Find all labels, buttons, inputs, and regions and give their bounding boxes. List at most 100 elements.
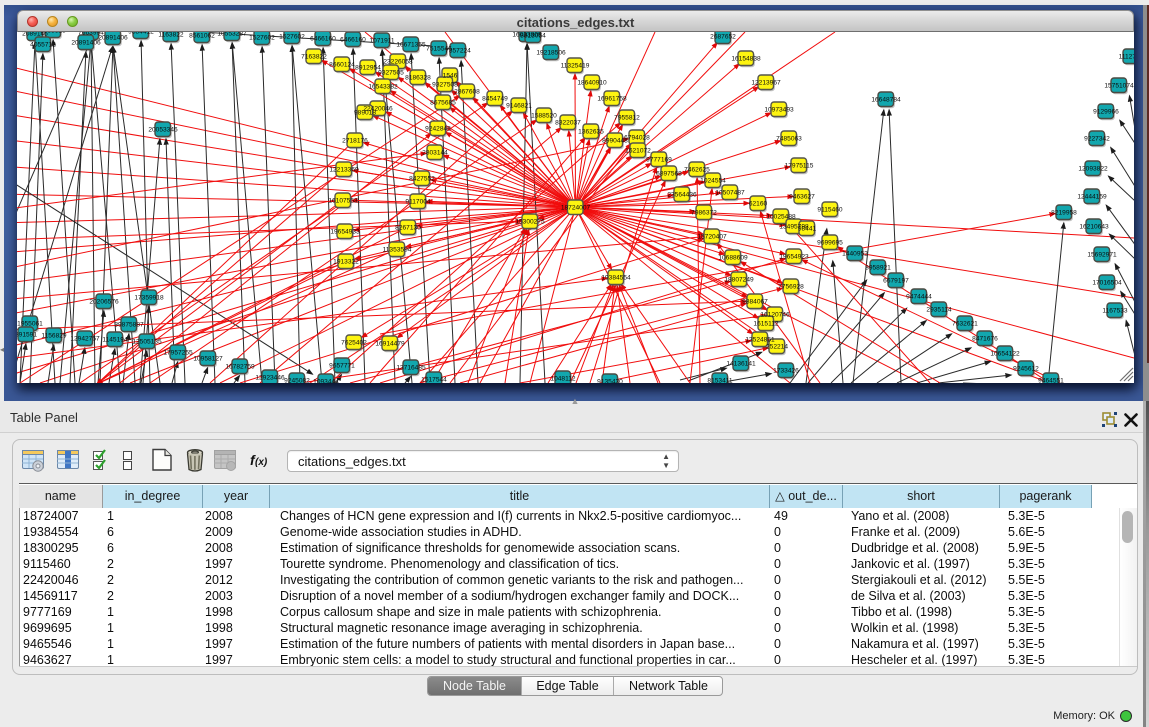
svg-text:6794028: 6794028 [624,134,650,141]
svg-text:15692971: 15692971 [1087,251,1117,258]
svg-text:16120746: 16120746 [760,311,790,318]
svg-text:18724007: 18724007 [561,204,591,211]
svg-text:7485063: 7485063 [776,135,802,142]
svg-text:1163822: 1163822 [158,32,184,38]
svg-text:7955812: 7955812 [614,114,640,121]
svg-text:8267130: 8267130 [395,224,421,231]
svg-text:1913322: 1913322 [333,258,359,265]
svg-text:12942757: 12942757 [70,335,100,342]
svg-text:14136141: 14136141 [726,360,756,367]
svg-text:1527602: 1527602 [279,33,305,40]
svg-text:16961758: 16961758 [597,95,627,102]
svg-text:19218506: 19218506 [536,49,566,56]
svg-text:12923446: 12923446 [255,374,285,381]
svg-text:16914479: 16914479 [375,340,405,347]
svg-text:16154838: 16154838 [731,55,761,62]
svg-text:19654923: 19654923 [779,253,809,260]
svg-text:17016504: 17016504 [1092,279,1122,286]
svg-text:9657771: 9657771 [329,362,355,369]
svg-text:1112735: 1112735 [1119,53,1134,60]
svg-text:19384554: 19384554 [601,274,631,281]
svg-text:2803144: 2803144 [422,149,448,156]
svg-text:13716485: 13716485 [396,364,426,371]
svg-text:16671355: 16671355 [396,41,426,48]
svg-text:15751074: 15751074 [1104,82,1134,89]
svg-text:12093822: 12093822 [1078,165,1108,172]
svg-text:17975115: 17975115 [785,162,814,169]
svg-text:16782759: 16782759 [225,363,255,370]
svg-text:8813054: 8813054 [520,32,546,39]
svg-text:62160: 62160 [749,200,768,207]
svg-text:8322037: 8322037 [555,119,581,126]
svg-text:20053346: 20053346 [148,126,178,133]
svg-text:2687652: 2687652 [710,33,736,40]
svg-text:20891406: 20891406 [98,34,128,41]
svg-text:1156829: 1156829 [41,332,67,339]
svg-text:9146821: 9146821 [506,102,532,109]
svg-text:17359918: 17359918 [134,294,164,301]
svg-text:10654122: 10654122 [990,350,1020,357]
svg-text:9245082: 9245082 [284,377,310,383]
svg-text:1546: 1546 [443,72,458,79]
svg-text:9699695: 9699695 [817,239,843,246]
svg-text:9327508: 9327508 [432,81,458,88]
svg-text:10553287: 10553287 [217,32,247,37]
svg-text:6466160: 6466160 [340,36,366,43]
svg-text:9884412: 9884412 [128,32,154,35]
svg-text:4055712: 4055712 [30,41,56,48]
svg-text:1733426: 1733426 [773,367,799,374]
svg-text:1955061: 1955061 [17,320,43,327]
svg-text:10688609: 10688609 [718,254,748,261]
svg-text:6679197: 6679197 [883,277,909,284]
svg-text:8427552: 8427552 [409,175,435,182]
svg-text:10025488: 10025488 [766,213,796,220]
svg-text:8219958: 8219958 [1051,209,1077,216]
svg-text:12213967: 12213967 [751,79,781,86]
svg-text:2935114: 2935114 [926,306,952,313]
svg-text:11353594: 11353594 [383,246,412,253]
svg-text:1621072: 1621072 [625,147,651,154]
svg-text:7986372: 7986372 [691,209,717,216]
svg-text:18640910: 18640910 [577,79,607,86]
svg-text:9227342: 9227342 [1084,135,1110,142]
svg-text:8660124: 8660124 [329,61,355,68]
svg-text:16107553: 16107553 [328,197,358,204]
svg-text:16648784: 16648784 [871,96,901,103]
svg-text:1071911: 1071911 [369,37,395,44]
svg-text:9135430: 9135430 [597,378,623,383]
svg-text:9777169: 9777169 [646,156,672,163]
svg-text:9463627: 9463627 [789,193,815,200]
svg-text:1362635: 1362635 [578,128,604,135]
svg-text:2867608: 2867608 [454,88,480,95]
svg-text:1167533: 1167533 [1102,307,1128,314]
svg-text:9117004: 9117004 [405,198,431,205]
svg-text:391591: 391591 [17,331,37,338]
svg-text:989018: 989018 [354,109,376,116]
svg-text:(x): (x) [255,457,268,468]
svg-text:8561062: 8561062 [189,32,215,39]
svg-text:9129966: 9129966 [1093,108,1119,115]
svg-text:7462625: 7462625 [684,166,710,173]
svg-text:8153411: 8153411 [707,377,733,383]
svg-text:8675685: 8675685 [430,99,456,106]
svg-text:9327505: 9327505 [378,69,404,76]
svg-text:9884067: 9884067 [742,298,768,305]
svg-text:10507487: 10507487 [715,189,745,196]
svg-text:98441: 98441 [798,225,817,232]
svg-text:1024554: 1024554 [700,177,726,184]
svg-text:1588520: 1588520 [531,112,557,119]
svg-text:13524851: 13524851 [745,336,775,343]
svg-text:6897568: 6897568 [656,170,682,177]
svg-text:39875887: 39875887 [114,321,144,328]
svg-text:10973493: 10973493 [764,106,794,113]
svg-text:1517544: 1517544 [421,376,447,383]
svg-text:8471676: 8471676 [972,335,998,342]
svg-text:16210643: 16210643 [1079,223,1109,230]
svg-text:11325419: 11325419 [561,62,590,69]
svg-text:10958127: 10958127 [193,355,223,362]
svg-text:1527602: 1527602 [249,34,275,41]
svg-text:8186328: 8186328 [405,74,431,81]
svg-text:1145194: 1145194 [102,336,128,343]
svg-text:7756928: 7756928 [778,283,804,290]
svg-text:20206576: 20206576 [89,298,119,305]
